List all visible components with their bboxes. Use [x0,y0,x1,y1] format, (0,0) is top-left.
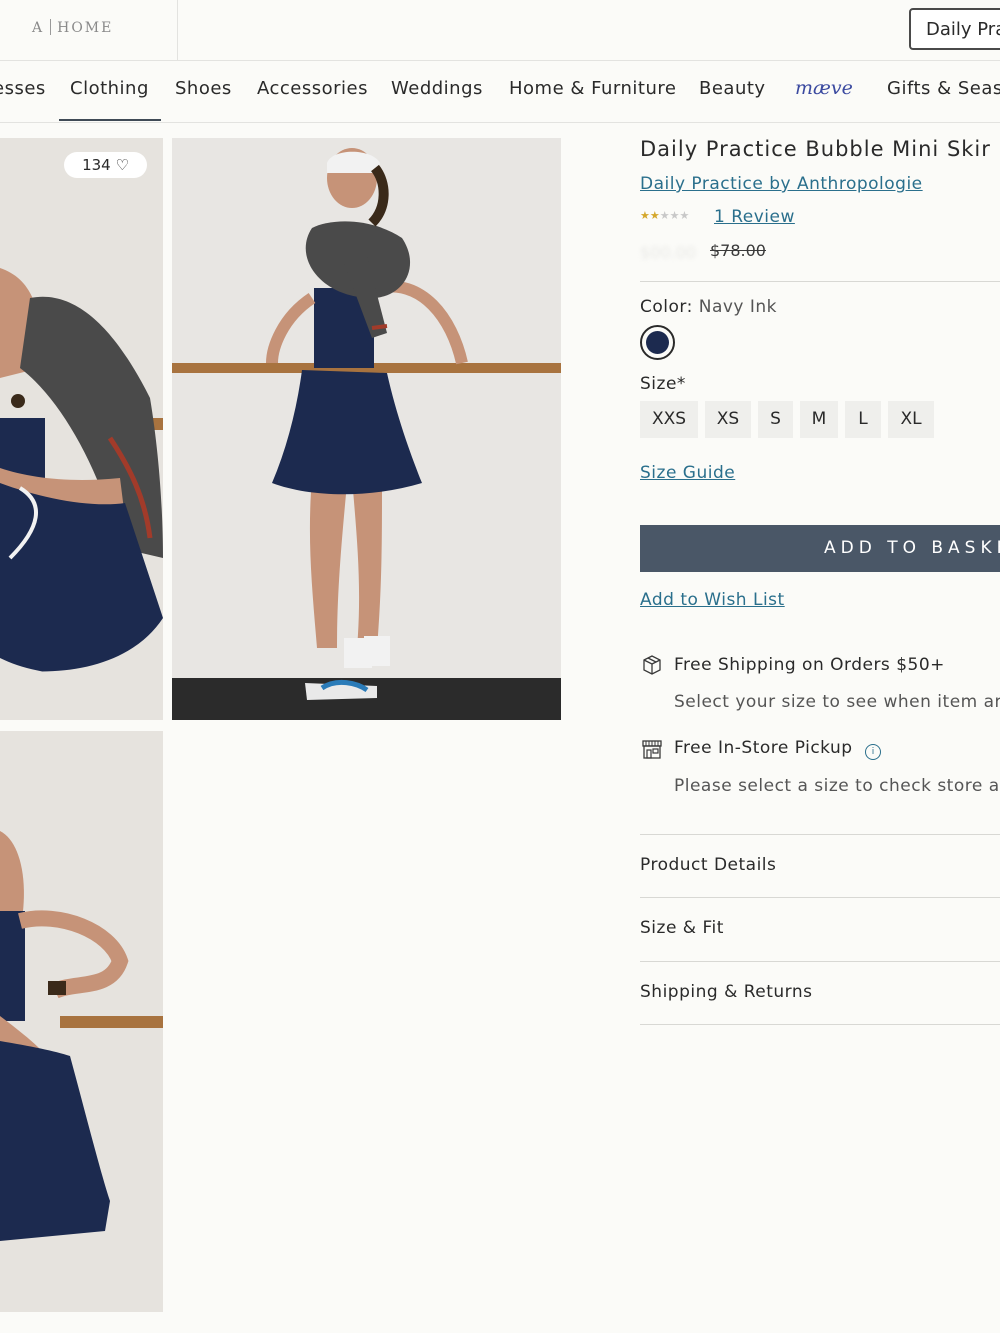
size-option-xl[interactable]: XL [888,401,934,438]
original-price: $78.00 [710,241,766,260]
divider [640,897,1000,898]
search-input[interactable]: Daily Pra [909,8,1000,50]
in-store-pickup-subtext: Please select a size to check store av [674,776,1000,796]
size-guide-link[interactable]: Size Guide [640,463,735,483]
star-icon: ★ [659,209,670,222]
logo-letter: A [32,20,45,36]
star-icon: ★ [649,209,660,222]
nav-item-maeve[interactable]: mæve [795,77,853,99]
product-image-2[interactable] [172,138,561,720]
wishlist-count-badge[interactable]: 134 ♡ [64,152,147,178]
store-icon [642,740,662,759]
star-icon: ★ [679,209,690,222]
free-shipping-title: Free Shipping on Orders $50+ [674,655,945,675]
box-icon [643,655,661,675]
size-option-m[interactable]: M [800,401,838,438]
color-swatch-navy-ink[interactable] [640,325,675,360]
star-icon: ★ [640,209,650,222]
divider [640,834,1000,835]
size-option-l[interactable]: L [845,401,881,438]
nav-item-gifts[interactable]: Gifts & Seas [887,78,1000,99]
brand-link[interactable]: Daily Practice by Anthropologie [640,174,923,194]
category-nav: esses Clothing Shoes Accessories Wedding… [0,61,1000,123]
logo-home-text: HOME [57,20,114,36]
color-label-text: Color: [640,297,693,317]
nav-item-dresses[interactable]: esses [0,78,46,99]
brand-logo-area[interactable]: A HOME [0,0,178,60]
top-header: A HOME Daily Pra [0,0,1000,61]
info-icon[interactable]: i [865,744,881,760]
nav-item-weddings[interactable]: Weddings [391,78,483,99]
size-option-s[interactable]: S [758,401,793,438]
product-image-1[interactable]: 134 ♡ [0,138,163,720]
nav-item-accessories[interactable]: Accessories [257,78,368,99]
in-store-pickup-title: Free In-Store Pickup [674,738,853,758]
nav-item-beauty[interactable]: Beauty [699,78,766,99]
divider [640,1024,1000,1025]
nav-item-home-furniture[interactable]: Home & Furniture [509,78,676,99]
product-title: Daily Practice Bubble Mini Skir [640,137,991,161]
free-shipping-subtext: Select your size to see when item arr [674,692,1000,712]
accordion-size-fit[interactable]: Size & Fit [640,918,724,938]
divider [640,961,1000,962]
nav-item-clothing[interactable]: Clothing [59,78,161,121]
brand-logo[interactable]: A HOME [32,19,113,36]
product-image-3[interactable] [0,731,163,1312]
rating-stars[interactable]: ★★★★★ [640,209,689,222]
size-option-xxs[interactable]: XXS [640,401,698,438]
add-to-basket-button[interactable]: ADD TO BASKE [640,525,1000,572]
divider [640,281,1000,282]
accordion-shipping-returns[interactable]: Shipping & Returns [640,982,813,1002]
color-value: Navy Ink [698,297,778,317]
size-label: Size* [640,374,686,394]
size-option-xs[interactable]: XS [705,401,751,438]
color-label: Color: Navy Ink [640,297,777,317]
logo-divider [50,19,52,35]
sale-price-blurred: $00.00 [640,243,696,262]
accordion-product-details[interactable]: Product Details [640,855,776,875]
swatch-fill [646,331,669,354]
review-link[interactable]: 1 Review [714,207,795,227]
add-to-wish-list-link[interactable]: Add to Wish List [640,590,785,610]
nav-item-shoes[interactable]: Shoes [175,78,232,99]
star-icon: ★ [669,209,680,222]
